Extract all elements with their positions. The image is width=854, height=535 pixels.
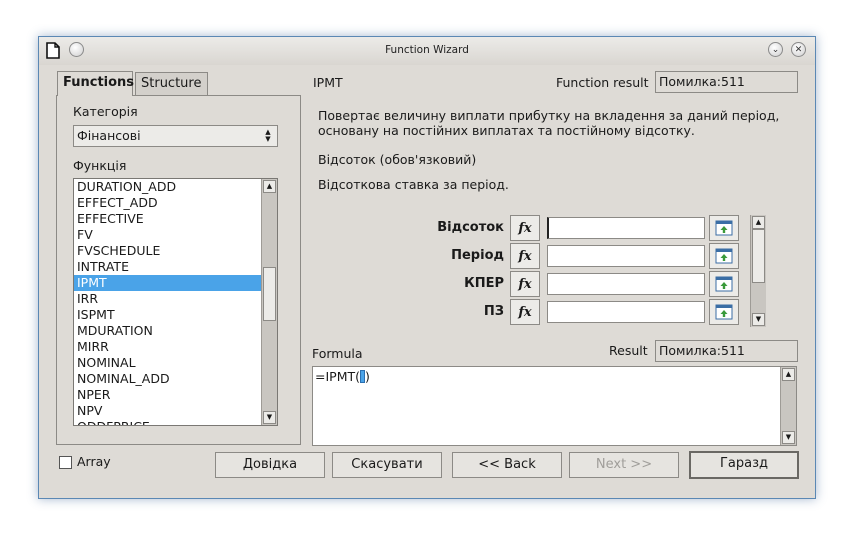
list-item[interactable]: ODDFPRICE xyxy=(74,419,262,425)
category-value: Фінансові xyxy=(77,128,141,143)
array-label: Array xyxy=(77,454,111,469)
array-checkbox[interactable] xyxy=(59,456,72,469)
list-item[interactable]: NOMINAL xyxy=(74,355,262,371)
tab-functions[interactable]: Functions xyxy=(57,71,134,96)
args-scroll-down-icon[interactable]: ▼ xyxy=(752,313,765,326)
formula-suffix: ) xyxy=(365,369,370,384)
list-item[interactable]: NOMINAL_ADD xyxy=(74,371,262,387)
help-button[interactable]: Довідка xyxy=(215,452,325,478)
shrink-icon[interactable] xyxy=(709,299,739,325)
arg-input-0[interactable] xyxy=(547,217,705,239)
list-item[interactable]: FV xyxy=(74,227,262,243)
list-item[interactable]: MIRR xyxy=(74,339,262,355)
category-select[interactable]: Фінансові ▲ ▼ xyxy=(73,125,278,147)
arg-input-3[interactable] xyxy=(547,301,705,323)
formula-label: Formula xyxy=(312,346,363,361)
titlebar: Function Wizard ⌄ ✕ xyxy=(39,37,815,65)
list-item[interactable]: EFFECTIVE xyxy=(74,211,262,227)
argument-description: Відсоткова ставка за період. xyxy=(318,177,509,192)
arg-input-2[interactable] xyxy=(547,273,705,295)
function-label: Функція xyxy=(73,158,127,173)
list-item[interactable]: MDURATION xyxy=(74,323,262,339)
function-list[interactable]: DURATION_ADD EFFECT_ADD EFFECTIVE FV FVSCHED… xyxy=(73,178,278,426)
arg-input-1[interactable] xyxy=(547,245,705,267)
fx-icon[interactable]: fx xyxy=(510,243,540,269)
list-item[interactable]: FVSCHEDULE xyxy=(74,243,262,259)
arg-label-3: ПЗ xyxy=(483,304,504,319)
result-label: Result xyxy=(609,343,648,358)
formula-scroll-down-icon[interactable]: ▼ xyxy=(782,431,795,444)
arg-label-2: КПЕР xyxy=(464,276,504,291)
arg-label-0: Відсоток xyxy=(437,220,504,235)
list-item[interactable]: NPER xyxy=(74,387,262,403)
fx-icon[interactable]: fx xyxy=(510,299,540,325)
function-result-value: Помилка:511 xyxy=(655,71,798,93)
back-button[interactable]: << Back xyxy=(452,452,562,478)
formula-prefix: =IPMT( xyxy=(315,369,360,384)
scroll-down-icon[interactable]: ▼ xyxy=(263,411,276,424)
list-item[interactable]: IPMT xyxy=(74,275,262,291)
function-name: IPMT xyxy=(313,75,343,90)
formula-editor[interactable]: =IPMT() ▲ ▼ xyxy=(312,366,797,446)
function-wizard-dialog: Function Wizard ⌄ ✕ Functions Structure … xyxy=(38,36,816,499)
minimize-icon[interactable]: ⌄ xyxy=(768,42,783,57)
list-item[interactable]: NPV xyxy=(74,403,262,419)
function-result-label: Function result xyxy=(556,75,649,90)
args-scrollbar[interactable]: ▲ ▼ xyxy=(750,215,766,327)
formula-scroll-up-icon[interactable]: ▲ xyxy=(782,368,795,381)
list-item[interactable]: EFFECT_ADD xyxy=(74,195,262,211)
scroll-up-icon[interactable]: ▲ xyxy=(263,180,276,193)
function-description: Повертає величину виплати прибутку на вк… xyxy=(318,108,780,138)
function-list-scrollbar[interactable]: ▲ ▼ xyxy=(261,179,277,425)
next-button[interactable]: Next >> xyxy=(569,452,679,478)
fx-icon[interactable]: fx xyxy=(510,215,540,241)
shrink-icon[interactable] xyxy=(709,215,739,241)
category-label: Категорія xyxy=(73,104,138,119)
list-item[interactable]: IRR xyxy=(74,291,262,307)
ok-button[interactable]: Гаразд xyxy=(689,451,799,479)
argument-title: Відсоток (обов'язковий) xyxy=(318,152,477,167)
window-title: Function Wizard xyxy=(385,44,469,56)
list-item[interactable]: INTRATE xyxy=(74,259,262,275)
spin-icon: ▲ ▼ xyxy=(265,128,271,143)
close-icon[interactable]: ✕ xyxy=(791,42,806,57)
functions-panel: Категорія Фінансові ▲ ▼ Функція DURATION_… xyxy=(56,95,301,445)
list-item[interactable]: DURATION_ADD xyxy=(74,179,262,195)
arg-label-1: Період xyxy=(451,248,504,263)
tab-structure[interactable]: Structure xyxy=(135,72,208,95)
args-scroll-up-icon[interactable]: ▲ xyxy=(752,216,765,229)
list-item[interactable]: ISPMT xyxy=(74,307,262,323)
formula-text: =IPMT() xyxy=(315,369,370,384)
shrink-icon[interactable] xyxy=(709,271,739,297)
shrink-icon[interactable] xyxy=(709,243,739,269)
scroll-thumb[interactable] xyxy=(263,267,276,321)
formula-scrollbar[interactable]: ▲ ▼ xyxy=(780,367,796,445)
cancel-button[interactable]: Скасувати xyxy=(332,452,442,478)
result-value: Помилка:511 xyxy=(655,340,798,362)
fx-icon[interactable]: fx xyxy=(510,271,540,297)
args-scroll-thumb[interactable] xyxy=(752,229,765,283)
